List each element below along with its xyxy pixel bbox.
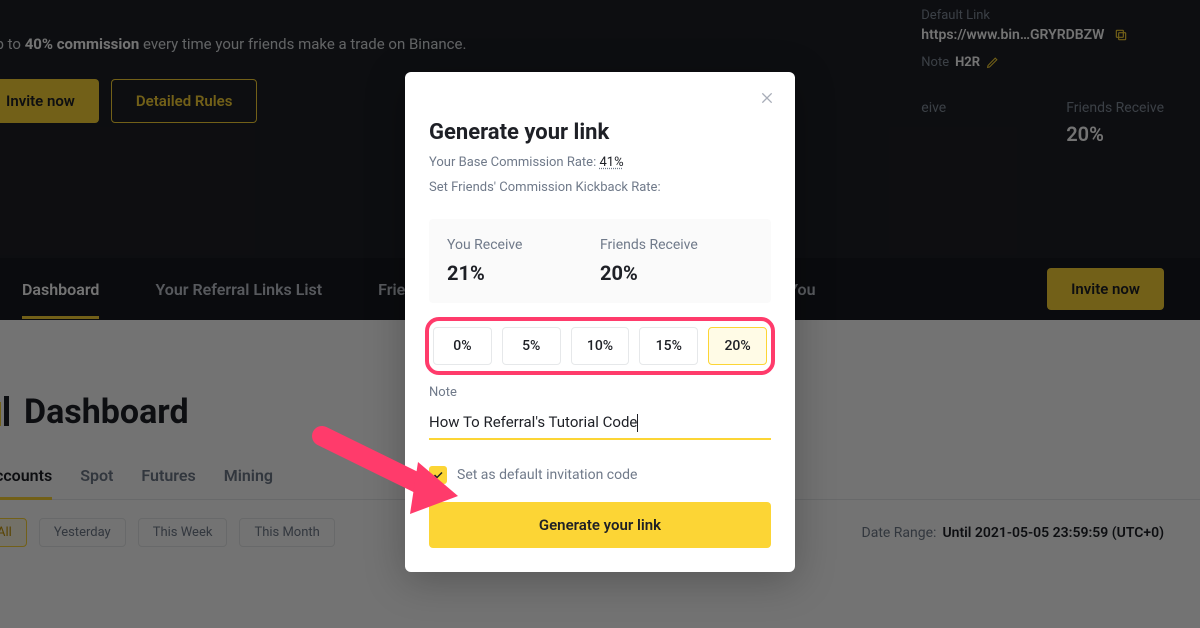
close-icon[interactable] — [759, 90, 775, 110]
default-code-label: Set as default invitation code — [457, 467, 637, 483]
kickback-0[interactable]: 0% — [433, 327, 492, 365]
base-rate-line: Your Base Commission Rate: 41% — [429, 155, 771, 170]
kickback-10[interactable]: 10% — [571, 327, 630, 365]
default-code-checkbox[interactable] — [429, 466, 447, 484]
friends-receive-label: Friends Receive — [600, 237, 753, 253]
modal-title: Generate your link — [429, 120, 771, 145]
generate-link-modal: Generate your link Your Base Commission … — [405, 72, 795, 572]
note-field-label: Note — [429, 385, 771, 400]
kickback-20[interactable]: 20% — [708, 327, 767, 365]
friends-receive-value: 20% — [600, 261, 753, 285]
kickback-15[interactable]: 15% — [639, 327, 698, 365]
you-receive-label: You Receive — [447, 237, 600, 253]
generate-link-button[interactable]: Generate your link — [429, 502, 771, 548]
note-input[interactable]: How To Referral's Tutorial Code — [429, 413, 637, 431]
commission-split: You Receive 21% Friends Receive 20% — [429, 219, 771, 303]
kickback-options: 0% 5% 10% 15% 20% — [433, 327, 767, 365]
note-input-wrap[interactable]: How To Referral's Tutorial Code — [429, 404, 771, 440]
kickback-5[interactable]: 5% — [502, 327, 561, 365]
you-receive-value: 21% — [447, 261, 600, 285]
kickback-label: Set Friends' Commission Kickback Rate: — [429, 180, 771, 195]
